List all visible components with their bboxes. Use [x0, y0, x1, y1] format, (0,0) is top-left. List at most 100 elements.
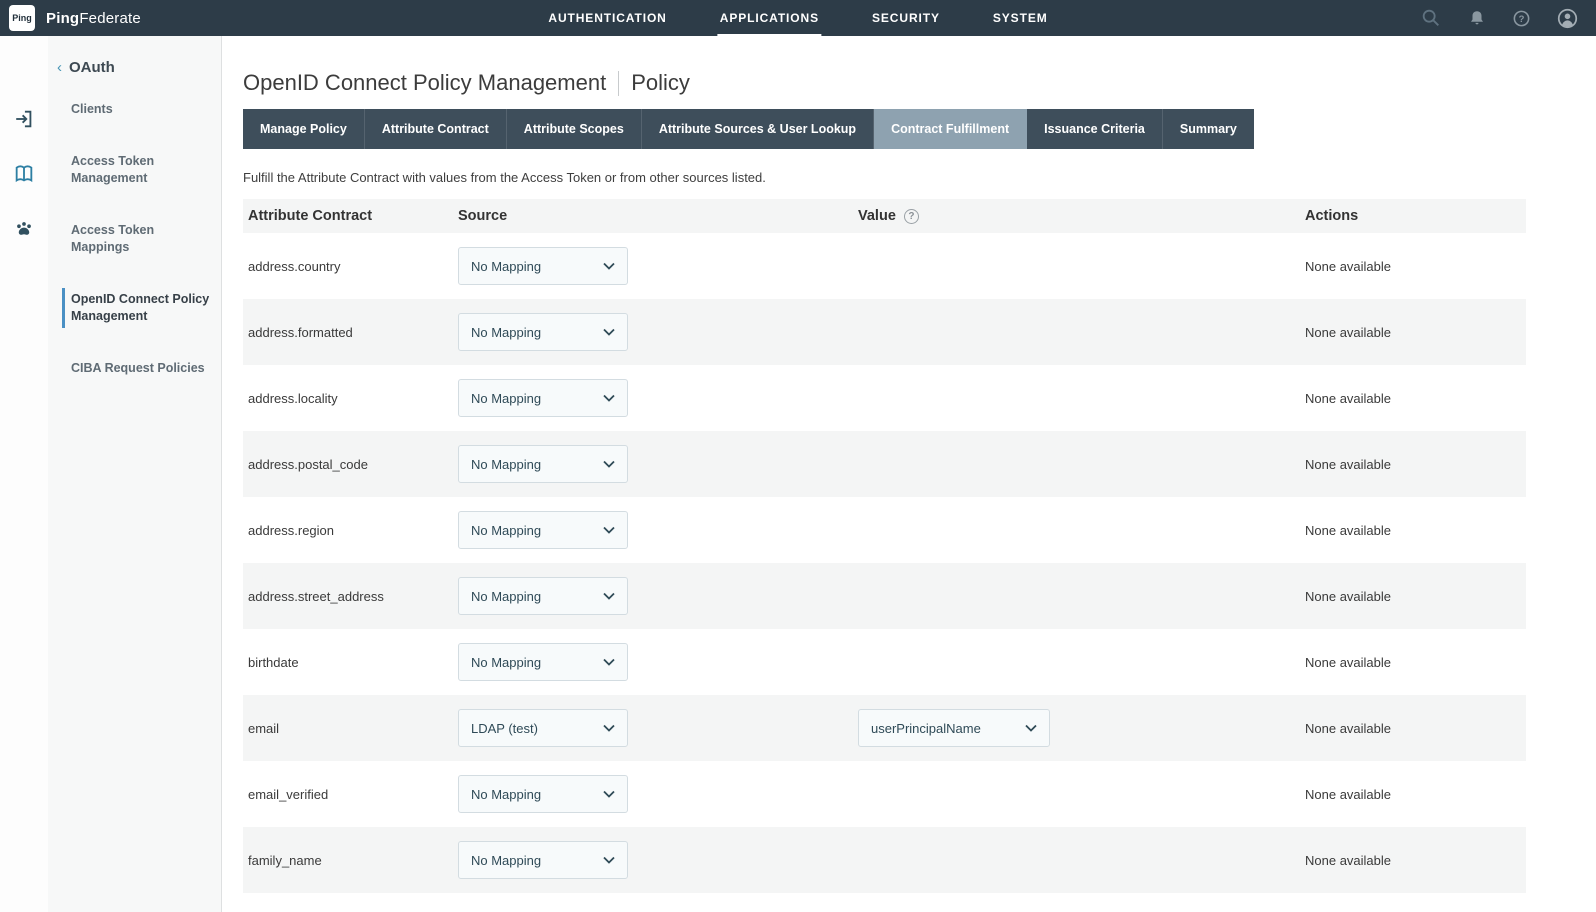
value-dropdown[interactable]: userPrincipalName [858, 709, 1050, 747]
header-value: Value ? [853, 208, 1300, 224]
chevron-down-icon [603, 460, 615, 468]
source-dropdown[interactable]: No Mapping [458, 775, 628, 813]
tab-manage-policy[interactable]: Manage Policy [243, 109, 365, 149]
attribute-name: email_verified [248, 787, 328, 802]
source-dropdown[interactable]: No Mapping [458, 643, 628, 681]
actions-text: None available [1305, 259, 1391, 274]
applications-icon[interactable] [13, 163, 35, 185]
topnav-item-system[interactable]: SYSTEM [991, 0, 1050, 36]
table-header-row: Attribute Contract Source Value ? Action… [243, 199, 1526, 233]
attribute-name: address.country [248, 259, 341, 274]
table-row: email_verified No Mapping None available [243, 761, 1526, 827]
actions-text: None available [1305, 853, 1391, 868]
header-source: Source [453, 208, 853, 224]
actions-text: None available [1305, 787, 1391, 802]
attribute-name: address.street_address [248, 589, 384, 604]
attribute-name: birthdate [248, 655, 299, 670]
chevron-down-icon [603, 658, 615, 666]
header-attribute-contract: Attribute Contract [243, 208, 453, 224]
attribute-name: family_name [248, 853, 322, 868]
icon-rail [0, 36, 48, 912]
fulfillment-table: Attribute Contract Source Value ? Action… [243, 199, 1526, 893]
attribute-name: address.locality [248, 391, 338, 406]
table-row: address.street_address No Mapping None a… [243, 563, 1526, 629]
table-row: address.formatted No Mapping None availa… [243, 299, 1526, 365]
back-chevron-icon: ‹ [57, 60, 62, 75]
chevron-down-icon [603, 724, 615, 732]
value-help-icon[interactable]: ? [904, 209, 919, 224]
actions-text: None available [1305, 721, 1391, 736]
main-content: OpenID Connect Policy Management Policy … [222, 36, 1596, 912]
topnav-item-authentication[interactable]: AUTHENTICATION [546, 0, 668, 36]
topbar-icons: ? [1420, 7, 1578, 29]
user-account-icon[interactable] [1557, 8, 1578, 29]
table-row: email LDAP (test) userPrincipalName None… [243, 695, 1526, 761]
chevron-down-icon [603, 592, 615, 600]
authentication-icon[interactable] [13, 108, 35, 130]
sidebar-item-access-token-management[interactable]: Access Token Management [48, 153, 221, 187]
attribute-name: email [248, 721, 279, 736]
chevron-down-icon [603, 262, 615, 270]
ping-logo[interactable]: Ping [9, 5, 35, 31]
tab-attribute-sources-user-lookup[interactable]: Attribute Sources & User Lookup [642, 109, 874, 149]
chevron-down-icon [1025, 724, 1037, 732]
table-row: family_name No Mapping None available [243, 827, 1526, 893]
attribute-name: address.formatted [248, 325, 353, 340]
search-icon[interactable] [1420, 7, 1442, 29]
tab-attribute-contract[interactable]: Attribute Contract [365, 109, 507, 149]
back-to-oauth[interactable]: ‹ OAuth [48, 59, 221, 76]
chevron-down-icon [603, 328, 615, 336]
chevron-down-icon [603, 790, 615, 798]
sidebar-item-ciba-request-policies[interactable]: CIBA Request Policies [48, 360, 221, 377]
title-divider [618, 71, 619, 96]
page-title-sub: Policy [631, 70, 690, 96]
chevron-down-icon [603, 526, 615, 534]
actions-text: None available [1305, 457, 1391, 472]
tab-contract-fulfillment[interactable]: Contract Fulfillment [874, 109, 1027, 149]
actions-text: None available [1305, 391, 1391, 406]
topnav: AUTHENTICATION APPLICATIONS SECURITY SYS… [546, 0, 1049, 36]
notifications-bell-icon[interactable] [1468, 9, 1486, 27]
sidebar-item-clients[interactable]: Clients [48, 101, 221, 118]
sidebar-menu: ‹ OAuth Clients Access Token Management … [48, 36, 221, 912]
source-dropdown[interactable]: No Mapping [458, 445, 628, 483]
source-dropdown[interactable]: LDAP (test) [458, 709, 628, 747]
attribute-name: address.region [248, 523, 334, 538]
actions-text: None available [1305, 655, 1391, 670]
help-circle-icon[interactable]: ? [1512, 9, 1531, 28]
source-dropdown[interactable]: No Mapping [458, 313, 628, 351]
chevron-down-icon [603, 394, 615, 402]
tab-bar: Manage Policy Attribute Contract Attribu… [243, 109, 1254, 149]
page-description: Fulfill the Attribute Contract with valu… [243, 170, 1526, 185]
source-dropdown[interactable]: No Mapping [458, 379, 628, 417]
table-row: address.postal_code No Mapping None avai… [243, 431, 1526, 497]
table-row: address.country No Mapping None availabl… [243, 233, 1526, 299]
source-dropdown[interactable]: No Mapping [458, 841, 628, 879]
topnav-item-applications[interactable]: APPLICATIONS [718, 0, 821, 36]
table-row: birthdate No Mapping None available [243, 629, 1526, 695]
source-dropdown[interactable]: No Mapping [458, 247, 628, 285]
topbar: Ping PingFederate AUTHENTICATION APPLICA… [0, 0, 1596, 36]
table-row: address.locality No Mapping None availab… [243, 365, 1526, 431]
table-row: address.region No Mapping None available [243, 497, 1526, 563]
svg-text:?: ? [1519, 13, 1525, 24]
actions-text: None available [1305, 325, 1391, 340]
sidebar-item-openid-connect-policy-management[interactable]: OpenID Connect Policy Management [48, 291, 221, 325]
attribute-name: address.postal_code [248, 457, 368, 472]
tab-attribute-scopes[interactable]: Attribute Scopes [507, 109, 642, 149]
source-dropdown[interactable]: No Mapping [458, 577, 628, 615]
tab-summary[interactable]: Summary [1163, 109, 1254, 149]
app-title: PingFederate [46, 10, 141, 27]
security-icon[interactable] [13, 218, 35, 240]
actions-text: None available [1305, 523, 1391, 538]
sidebar: ‹ OAuth Clients Access Token Management … [0, 36, 222, 912]
sidebar-section-title: OAuth [69, 59, 115, 76]
sidebar-item-access-token-mappings[interactable]: Access Token Mappings [48, 222, 221, 256]
tab-issuance-criteria[interactable]: Issuance Criteria [1027, 109, 1163, 149]
page-title: OpenID Connect Policy Management Policy [243, 70, 1526, 96]
topnav-item-security[interactable]: SECURITY [870, 0, 942, 36]
table-body: address.country No Mapping None availabl… [243, 233, 1526, 893]
source-dropdown[interactable]: No Mapping [458, 511, 628, 549]
actions-text: None available [1305, 589, 1391, 604]
chevron-down-icon [603, 856, 615, 864]
